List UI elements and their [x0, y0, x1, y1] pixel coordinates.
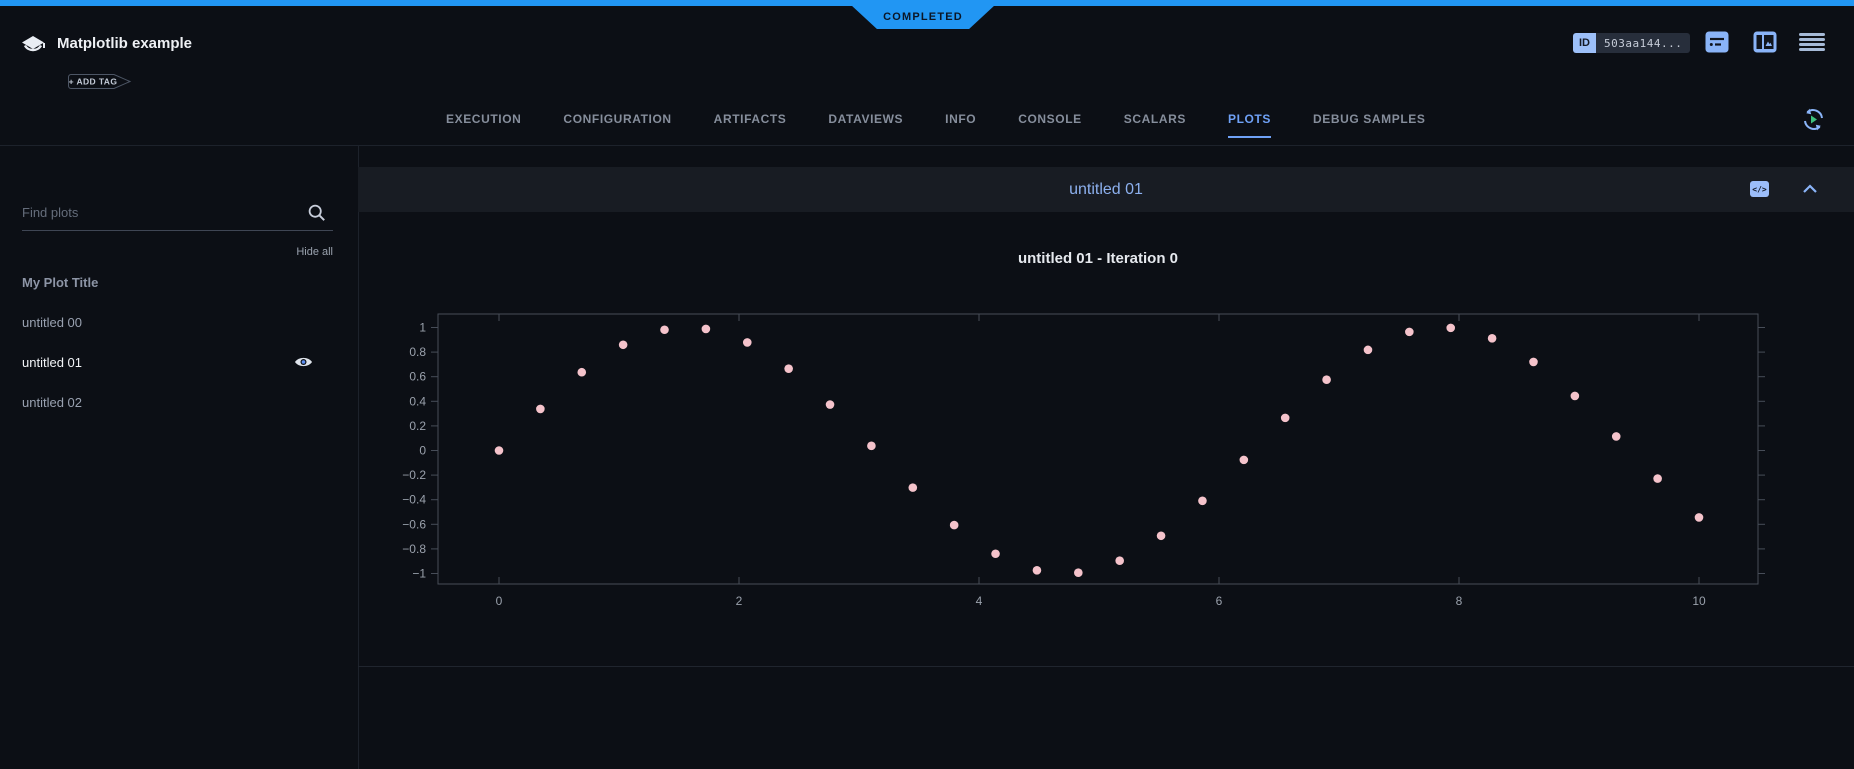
x-tick-label: 4	[976, 594, 983, 608]
search-input[interactable]	[22, 198, 300, 227]
id-value: 503aa144...	[1596, 33, 1690, 53]
plot-item-label: My Plot Title	[22, 275, 98, 290]
data-point	[495, 446, 504, 455]
data-point	[950, 521, 959, 530]
data-point	[1364, 346, 1373, 355]
plot-item-label: untitled 01	[22, 355, 82, 370]
sidebar-item-untitled-01[interactable]: untitled 01	[0, 342, 358, 382]
plot-search	[22, 198, 333, 231]
plot-list: My Plot Title untitled 00 untitled 01 un…	[0, 262, 358, 422]
y-tick-label: −0.2	[402, 468, 426, 482]
data-point	[991, 549, 1000, 558]
status-badge-label: COMPLETED	[883, 11, 963, 23]
data-point	[1488, 334, 1497, 343]
menu-icon[interactable]	[1799, 33, 1825, 51]
sidebar-item-untitled-02[interactable]: untitled 02	[0, 382, 358, 422]
data-point	[1322, 375, 1331, 384]
tab-dataviews[interactable]: DATAVIEWS	[828, 112, 903, 138]
data-point	[1198, 496, 1207, 505]
y-tick-label: 0	[419, 444, 426, 458]
data-point	[908, 483, 917, 492]
plot-item-label: untitled 02	[22, 395, 82, 410]
y-tick-label: 0.4	[409, 394, 426, 408]
plot-frame	[438, 314, 1758, 584]
tab-scalars[interactable]: SCALARS	[1124, 112, 1186, 138]
tab-debug-samples[interactable]: DEBUG SAMPLES	[1313, 112, 1425, 138]
data-point	[702, 325, 711, 334]
status-badge: COMPLETED	[851, 5, 995, 29]
data-point	[1529, 358, 1538, 367]
panel-bottom-divider	[358, 666, 1854, 667]
tab-configuration[interactable]: CONFIGURATION	[563, 112, 671, 138]
plot-item-label: untitled 00	[22, 315, 82, 330]
app-root: COMPLETED Matplotlib example + ADD TAG I…	[0, 0, 1854, 769]
tab-console[interactable]: CONSOLE	[1018, 112, 1082, 138]
x-tick-label: 2	[736, 594, 743, 608]
x-tick-label: 10	[1692, 594, 1706, 608]
chart-area: untitled 01 - Iteration 0 10.80.60.40.20…	[358, 212, 1854, 666]
tabs-divider	[0, 145, 1854, 146]
x-tick-label: 0	[496, 594, 503, 608]
data-point	[1074, 568, 1083, 577]
x-tick-label: 6	[1216, 594, 1223, 608]
data-point	[1115, 556, 1124, 565]
y-tick-label: 0.8	[409, 345, 426, 359]
data-point	[867, 442, 876, 451]
data-point	[743, 338, 752, 347]
y-tick-label: −0.4	[402, 493, 426, 507]
x-tick-label: 8	[1456, 594, 1463, 608]
page-title: Matplotlib example	[57, 35, 192, 52]
data-point	[1695, 513, 1704, 522]
y-tick-label: 1	[419, 321, 426, 335]
hide-all-link[interactable]: Hide all	[233, 246, 333, 258]
data-point	[1240, 456, 1249, 465]
data-point	[1157, 531, 1166, 540]
data-point	[1571, 392, 1580, 401]
tab-execution[interactable]: EXECUTION	[446, 112, 521, 138]
data-point	[826, 400, 835, 409]
add-tag-label: + ADD TAG	[69, 77, 118, 87]
tab-artifacts[interactable]: ARTIFACTS	[714, 112, 787, 138]
plot-panel-title: untitled 01	[1069, 181, 1143, 199]
chevron-up-icon[interactable]	[1802, 183, 1818, 195]
scatter-plot: 1 0.8 0.6 0.4 0.2 0 −0.2 −0.4 −0.6 −0.8 −1 0 2 4 6 8 10	[358, 212, 1854, 666]
data-point	[619, 340, 628, 349]
tab-bar: EXECUTION CONFIGURATION ARTIFACTS DATAVI…	[446, 112, 1425, 138]
plot-panel-header: untitled 01 </>	[358, 167, 1854, 212]
data-point	[1653, 474, 1662, 483]
eye-icon[interactable]	[294, 355, 313, 369]
data-point	[1446, 324, 1455, 333]
y-tick-label: 0.6	[409, 370, 426, 384]
sidebar-item-my-plot-title[interactable]: My Plot Title	[0, 262, 358, 302]
data-point	[536, 405, 545, 414]
code-icon[interactable]: </>	[1750, 181, 1769, 197]
notes-icon[interactable]	[1705, 31, 1729, 53]
experiment-id-chip[interactable]: ID 503aa144...	[1573, 33, 1690, 53]
y-tick-label: −0.8	[402, 542, 426, 556]
data-point	[1281, 414, 1290, 423]
add-tag-button[interactable]: + ADD TAG	[67, 73, 133, 90]
data-point	[1033, 566, 1042, 575]
refresh-icon[interactable]	[1800, 106, 1827, 133]
y-tick-label: 0.2	[409, 419, 426, 433]
data-point	[660, 325, 669, 334]
data-point	[1405, 328, 1414, 337]
sidebar-item-untitled-00[interactable]: untitled 00	[0, 302, 358, 342]
data-point	[784, 364, 793, 373]
data-point	[577, 368, 586, 377]
tab-info[interactable]: INFO	[945, 112, 976, 138]
y-tick-label: −0.6	[402, 517, 426, 531]
tab-plots[interactable]: PLOTS	[1228, 112, 1271, 138]
details-panel-icon[interactable]	[1753, 31, 1777, 53]
id-badge: ID	[1573, 33, 1596, 53]
search-icon[interactable]	[307, 203, 327, 223]
y-tick-label: −1	[412, 567, 426, 581]
data-point	[1612, 432, 1621, 441]
app-logo-icon	[20, 34, 46, 60]
